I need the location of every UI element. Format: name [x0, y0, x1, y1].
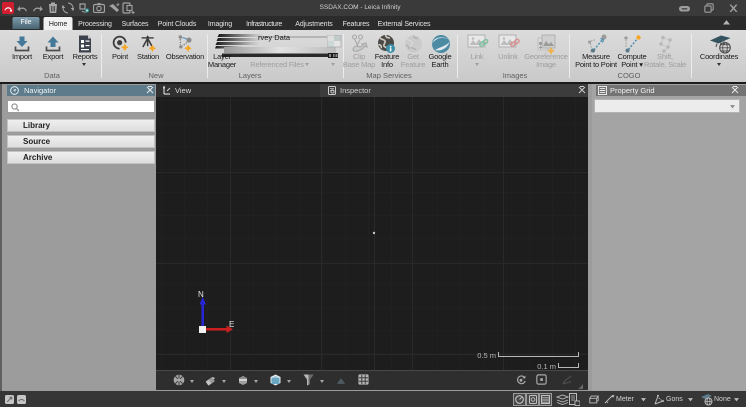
svg-text:0.1 m: 0.1 m: [537, 362, 556, 370]
svg-text:0.5 m: 0.5 m: [477, 351, 496, 360]
svg-text:N: N: [198, 290, 204, 299]
svg-text:E: E: [229, 320, 234, 329]
